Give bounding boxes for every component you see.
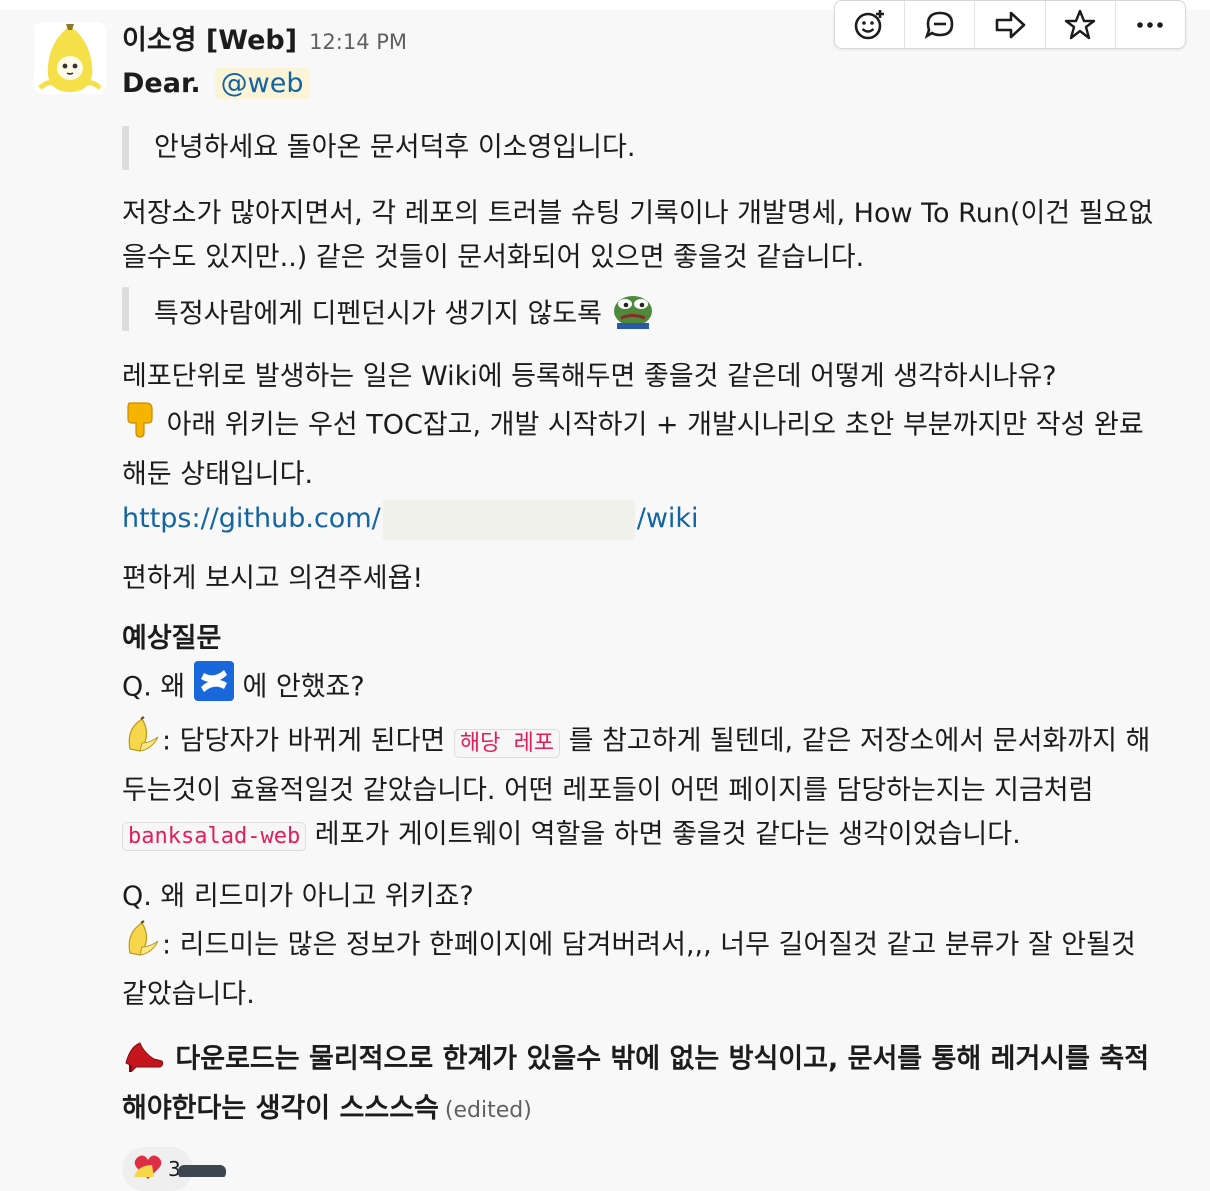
pepe-frog-icon: [611, 287, 655, 343]
message-timestamp[interactable]: 12:14 PM: [309, 30, 407, 54]
wiki-link-end[interactable]: /wiki: [637, 503, 699, 534]
share-button[interactable]: [975, 1, 1046, 48]
paragraph-3: 편하게 보시고 의견주세욥!: [122, 563, 424, 594]
p1-line-1: 저장소가 많아지면서, 각 레포의 트러블 슈팅 기록이나 개발명세, How …: [122, 198, 1154, 229]
quote-text-2: 특정사람에게 디펜던시가 생기지 않도록: [154, 298, 603, 330]
reply-thread-button[interactable]: [905, 1, 976, 48]
quote-text-1: 안녕하세요 돌아온 문서덕후 이소영입니다.: [154, 132, 636, 163]
share-icon: [995, 11, 1026, 38]
answer-2-line-1: : 리드미는 많은 정보가 한페이지에 담겨버려서,,, 너무 길어질것 같고 …: [122, 919, 1192, 973]
quote-block-1: 안녕하세요 돌아온 문서덕후 이소영입니다.: [122, 126, 1192, 170]
question-1-pre: Q. 왜: [122, 671, 186, 703]
user-avatar[interactable]: [34, 22, 106, 94]
answer-2-text: : 리드미는 많은 정보가 한페이지에 담겨버려서,,, 너무 길어질것 같고 …: [162, 929, 1136, 961]
question-1: Q. 왜 에 안했죠?: [122, 661, 1192, 715]
closing-line-1: 다운로드는 물리적으로 한계가 있을수 밖에 없는 방식이고, 문서를 통해 레…: [122, 1033, 1192, 1087]
greeting-line: Dear. @web: [122, 62, 1192, 106]
answer-1-rest: 를 참고하게 될텐데, 같은 저장소에서 문서화까지 해: [568, 725, 1151, 757]
greeting-text: Dear.: [122, 68, 201, 99]
answer-1-prefix: : 담당자가 바뀌게 된다면: [162, 725, 446, 757]
banana-avatar-icon: [34, 22, 106, 94]
confluence-icon: [193, 661, 234, 715]
answer-2-line-2: 같았습니다.: [122, 979, 255, 1010]
add-reaction-icon: [854, 9, 884, 39]
point-down-icon: [122, 399, 158, 453]
more-actions-button[interactable]: [1116, 1, 1185, 48]
answer-1-line-3: banksalad-web 레포가 게이트웨이 역할을 하면 좋을것 같다는 생…: [122, 813, 1192, 859]
add-reaction-button[interactable]: [835, 1, 906, 48]
faq-2: Q. 왜 리드미가 아니고 위키죠? : 리드미는 많은 정보가 한페이지에 담…: [122, 875, 1192, 1017]
p2-line-2-wrap: 아래 위키는 우선 TOC잡고, 개발 시작하기 + 개발시나리오 초안 부분까…: [122, 399, 1192, 453]
message-body: 이소영 [Web] 12:14 PM Dear. @web 안녕하세요 돌아온 문…: [122, 18, 1192, 1191]
closing-text-2: 해야한다는 생각이 스스스슥: [122, 1093, 439, 1124]
paragraph-2: 레포단위로 발생하는 일은 Wiki에 등록해두면 좋을것 같은데 어떻게 생각…: [122, 355, 1192, 541]
next-message-peek: [122, 1162, 232, 1181]
answer-1-line-1: : 담당자가 바뀌게 된다면 해당 레포 를 참고하게 될텐데, 같은 저장소에…: [122, 715, 1192, 769]
star-icon: [1065, 9, 1096, 39]
closing-text-1: 다운로드는 물리적으로 한계가 있을수 밖에 없는 방식이고, 문서를 통해 레…: [175, 1043, 1150, 1075]
question-2: Q. 왜 리드미가 아니고 위키죠?: [122, 881, 474, 912]
answer-1-line-3-rest: 레포가 게이트웨이 역할을 하면 좋을것 같다는 생각이었습니다.: [314, 819, 1021, 850]
edited-label: (edited): [444, 1098, 532, 1123]
closing-line-2: 해야한다는 생각이 스스스슥 (edited): [122, 1087, 1192, 1133]
code-banksalad-web: banksalad-web: [122, 822, 307, 851]
next-avatars-icon: [134, 1165, 226, 1179]
mention-web[interactable]: @web: [214, 68, 310, 99]
p2-line-1: 레포단위로 발생하는 일은 Wiki에 등록해두면 좋을것 같은데 어떻게 생각…: [122, 361, 1057, 392]
banana-icon: [122, 919, 162, 973]
wiki-link-line: https://github.com/ /wiki: [122, 497, 1192, 541]
faq-section: 예상질문 Q. 왜 에 안했죠? : 담당자가 바뀌게 된다면 해당 레포 를 …: [122, 617, 1192, 859]
save-star-button[interactable]: [1046, 1, 1116, 48]
paragraph-1: 저장소가 많아지면서, 각 레포의 트러블 슈팅 기록이나 개발명세, How …: [122, 192, 1192, 280]
question-1-post: 에 안했죠?: [242, 671, 365, 703]
reply-thread-icon: [924, 11, 954, 39]
banana-icon: [122, 715, 162, 769]
quote-block-2: 특정사람에게 디펜던시가 생기지 않도록: [122, 287, 1192, 331]
more-icon: [1137, 21, 1164, 28]
reactions-bar: 3: [122, 1147, 1192, 1191]
answer-1-line-2: 두는것이 효율적일것 같았습니다. 어떤 레포들이 어떤 페이지를 담당하는지는…: [122, 775, 1094, 806]
sender-name[interactable]: 이소영 [Web]: [122, 18, 297, 57]
faq-title: 예상질문: [122, 623, 222, 654]
message-actions-toolbar: [834, 0, 1186, 49]
redacted-block: [382, 499, 635, 540]
closing-bold: 다운로드는 물리적으로 한계가 있을수 밖에 없는 방식이고, 문서를 통해 레…: [122, 1033, 1192, 1133]
p1-line-2: 을수도 있지만..) 같은 것들이 문서화되어 있으면 좋을것 같습니다.: [122, 242, 865, 273]
p2-line-2: 아래 위키는 우선 TOC잡고, 개발 시작하기 + 개발시나리오 초안 부분까…: [166, 409, 1144, 441]
high-heel-icon: [122, 1033, 166, 1087]
wiki-link-start[interactable]: https://github.com/: [122, 503, 381, 534]
p2-line-3: 해둔 상태입니다.: [122, 459, 314, 490]
code-repo: 해당 레포: [453, 728, 561, 758]
